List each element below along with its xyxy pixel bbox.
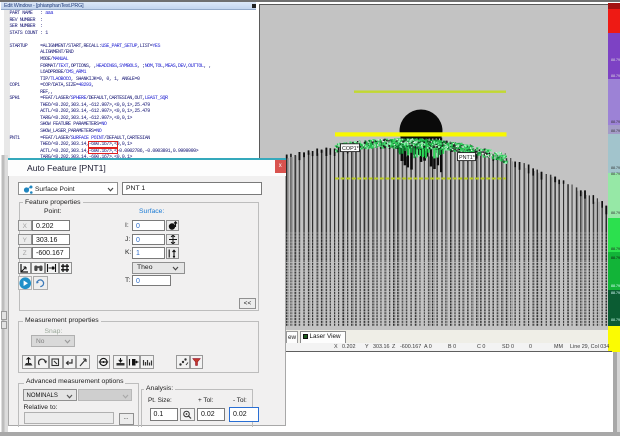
svg-text:PNT1*: PNT1* (459, 155, 476, 161)
svg-text:COP1*: COP1* (342, 146, 360, 152)
